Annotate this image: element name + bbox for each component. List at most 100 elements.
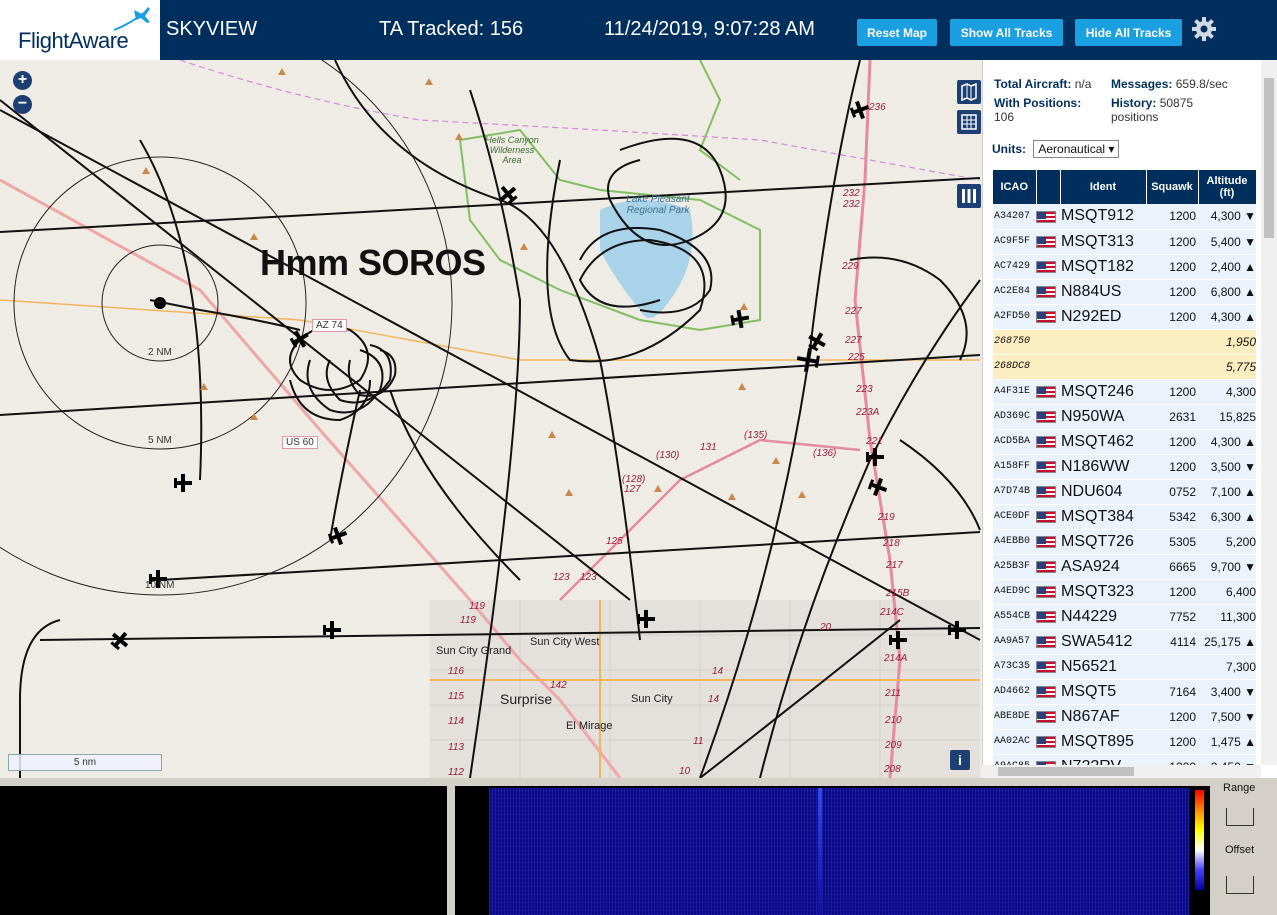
table-row[interactable]: A34207 MSQT912 1200 4,300 ▼ [993, 204, 1256, 230]
us-flag-icon [1036, 586, 1056, 599]
table-row[interactable]: A158FF N186WW 1200 3,500 ▼ [993, 454, 1256, 480]
range-label: Range [1223, 782, 1256, 794]
map-layers-icon[interactable] [957, 80, 981, 104]
range-slider[interactable] [1226, 808, 1254, 826]
grid-icon[interactable] [957, 110, 981, 134]
gear-icon[interactable] [1191, 16, 1217, 42]
flag-cell [1036, 479, 1060, 505]
total-aircraft-value: n/a [1074, 77, 1092, 91]
squawk-cell: 1200 [1146, 254, 1198, 280]
table-row[interactable]: A4EBB0 MSQT726 5305 5,200 [993, 529, 1256, 555]
ring-label-10nm: 10 NM [145, 580, 175, 591]
table-row[interactable]: AC9F5F MSQT313 1200 5,400 ▼ [993, 229, 1256, 255]
squawk-cell: 1200 [1146, 204, 1198, 230]
zoom-in-button[interactable]: + [13, 71, 32, 90]
aircraft-table: ICAO Ident Squawk Altitude (ft) A34207 MS… [993, 170, 1256, 768]
history-label: History: [1111, 96, 1157, 110]
ring-label-2nm: 2 NM [148, 347, 172, 358]
us-flag-icon [1036, 686, 1056, 699]
table-header-row: ICAO Ident Squawk Altitude (ft) [993, 170, 1256, 204]
icao-cell: AD4662 [993, 679, 1036, 705]
flag-cell [1036, 554, 1060, 580]
reset-map-button[interactable]: Reset Map [857, 19, 937, 46]
info-icon[interactable]: i [950, 750, 970, 770]
place-surprise: Surprise [500, 691, 553, 707]
col-squawk[interactable]: Squawk [1146, 170, 1199, 204]
col-ident[interactable]: Ident [1060, 170, 1147, 204]
table-row[interactable]: AD369C N950WA 2631 15,825 [993, 404, 1256, 430]
sidebar-vertical-scrollbar[interactable] [1261, 60, 1277, 765]
show-all-tracks-button[interactable]: Show All Tracks [950, 19, 1063, 46]
ident-cell: MSQT313 [1060, 229, 1146, 255]
table-row[interactable]: AC7429 MSQT182 1200 2,400 ▲ [993, 254, 1256, 280]
table-row[interactable]: AC2E84 N884US 1200 6,800 ▲ [993, 279, 1256, 305]
squawk-cell [1146, 654, 1198, 680]
zoom-out-button[interactable]: − [13, 95, 32, 114]
col-altitude[interactable]: Altitude (ft) [1198, 170, 1256, 204]
table-row[interactable]: AA9A57 SWA5412 4114 25,175 ▲ [993, 629, 1256, 655]
route-number: 113 [448, 742, 464, 753]
messages-stat: Messages: 659.8/sec [1111, 77, 1228, 91]
offset-slider[interactable] [1226, 876, 1254, 894]
altitude-cell: 1,475 ▲ [1198, 729, 1256, 755]
scrollbar-thumb[interactable] [1264, 78, 1274, 238]
squawk-cell: 1200 [1146, 704, 1198, 730]
altitude-cell: 5,400 ▼ [1198, 229, 1256, 255]
units-select[interactable]: Aeronautical ▾ [1033, 140, 1120, 158]
table-row[interactable]: AA02AC MSQT895 1200 1,475 ▲ [993, 729, 1256, 755]
route-number: 119 [469, 601, 485, 612]
table-row[interactable]: A4F31E MSQT246 1200 4,300 [993, 379, 1256, 405]
sidebar-horizontal-scrollbar[interactable] [982, 765, 1261, 778]
icao-cell: A2FD50 [993, 304, 1036, 330]
route-number: 123 [580, 572, 597, 583]
table-row[interactable]: AD4662 MSQT5 7164 3,400 ▼ [993, 679, 1256, 705]
table-row[interactable]: A2FD50 N292ED 1200 4,300 ▲ [993, 304, 1256, 330]
table-row[interactable]: 268750 1,950 [993, 329, 1256, 355]
table-row[interactable]: A7D74B NDU604 0752 7,100 ▲ [993, 479, 1256, 505]
ident-cell: ASA924 [1060, 554, 1146, 580]
ident-cell: N884US [1060, 279, 1146, 305]
altitude-cell: 4,300 ▼ [1198, 204, 1256, 230]
flightaware-logo[interactable]: FlightAware [0, 0, 160, 60]
ident-cell: NDU604 [1060, 479, 1146, 505]
col-flag[interactable] [1036, 170, 1061, 204]
route-number: 116 [448, 666, 464, 677]
col-icao[interactable]: ICAO [993, 170, 1037, 204]
aircraft-rows: A34207 MSQT912 1200 4,300 ▼ AC9F5F MSQT313 120… [993, 204, 1256, 768]
scrollbar-thumb[interactable] [998, 767, 1134, 776]
table-row[interactable]: A73C35 N56521 7,300 [993, 654, 1256, 680]
ident-cell: MSQT323 [1060, 579, 1146, 605]
route-number: (130) [656, 450, 680, 461]
icao-cell: ACE0DF [993, 504, 1036, 530]
flag-cell [1036, 704, 1060, 730]
hide-all-tracks-button[interactable]: Hide All Tracks [1075, 19, 1182, 46]
units-row: Units: Aeronautical ▾ [992, 140, 1120, 158]
waterfall-display [489, 788, 1189, 915]
table-row[interactable]: ABE8DE N867AF 1200 7,500 ▼ [993, 704, 1256, 730]
squawk-cell: 1200 [1146, 429, 1198, 455]
us-flag-icon [1036, 736, 1056, 749]
table-row[interactable]: 268DC8 5,775 [993, 354, 1256, 380]
route-number: 10 [679, 766, 691, 777]
altitude-cell: 3,500 ▼ [1198, 454, 1256, 480]
table-row[interactable]: ACE0DF MSQT384 5342 6,300 ▲ [993, 504, 1256, 530]
altitude-cell: 5,775 [1198, 354, 1256, 380]
us-flag-icon [1036, 511, 1056, 524]
table-row[interactable]: A25B3F ASA924 6665 9,700 ▼ [993, 554, 1256, 580]
icao-cell: ACD5BA [993, 429, 1036, 455]
ident-cell: SWA5412 [1060, 629, 1146, 655]
columns-icon[interactable] [957, 184, 981, 208]
altitude-cell: 4,300 [1198, 379, 1256, 405]
us-flag-icon [1036, 411, 1056, 424]
table-row[interactable]: A554CB N44229 7752 11,300 [993, 604, 1256, 630]
map-view[interactable]: 2 NM 5 NM 10 NM Lake Pleasant Regional P… [0, 60, 982, 778]
ident-cell: N186WW [1060, 454, 1146, 480]
place-sun-city-grand: Sun City Grand [436, 645, 512, 657]
table-row[interactable]: A4ED9C MSQT323 1200 6,400 [993, 579, 1256, 605]
messages-value: 659.8/sec [1175, 77, 1228, 91]
altitude-cell: 6,400 [1198, 579, 1256, 605]
spectrum-left-pane [0, 786, 447, 915]
table-row[interactable]: ACD5BA MSQT462 1200 4,300 ▲ [993, 429, 1256, 455]
flag-cell [1036, 529, 1060, 555]
route-number: 115 [448, 691, 464, 702]
